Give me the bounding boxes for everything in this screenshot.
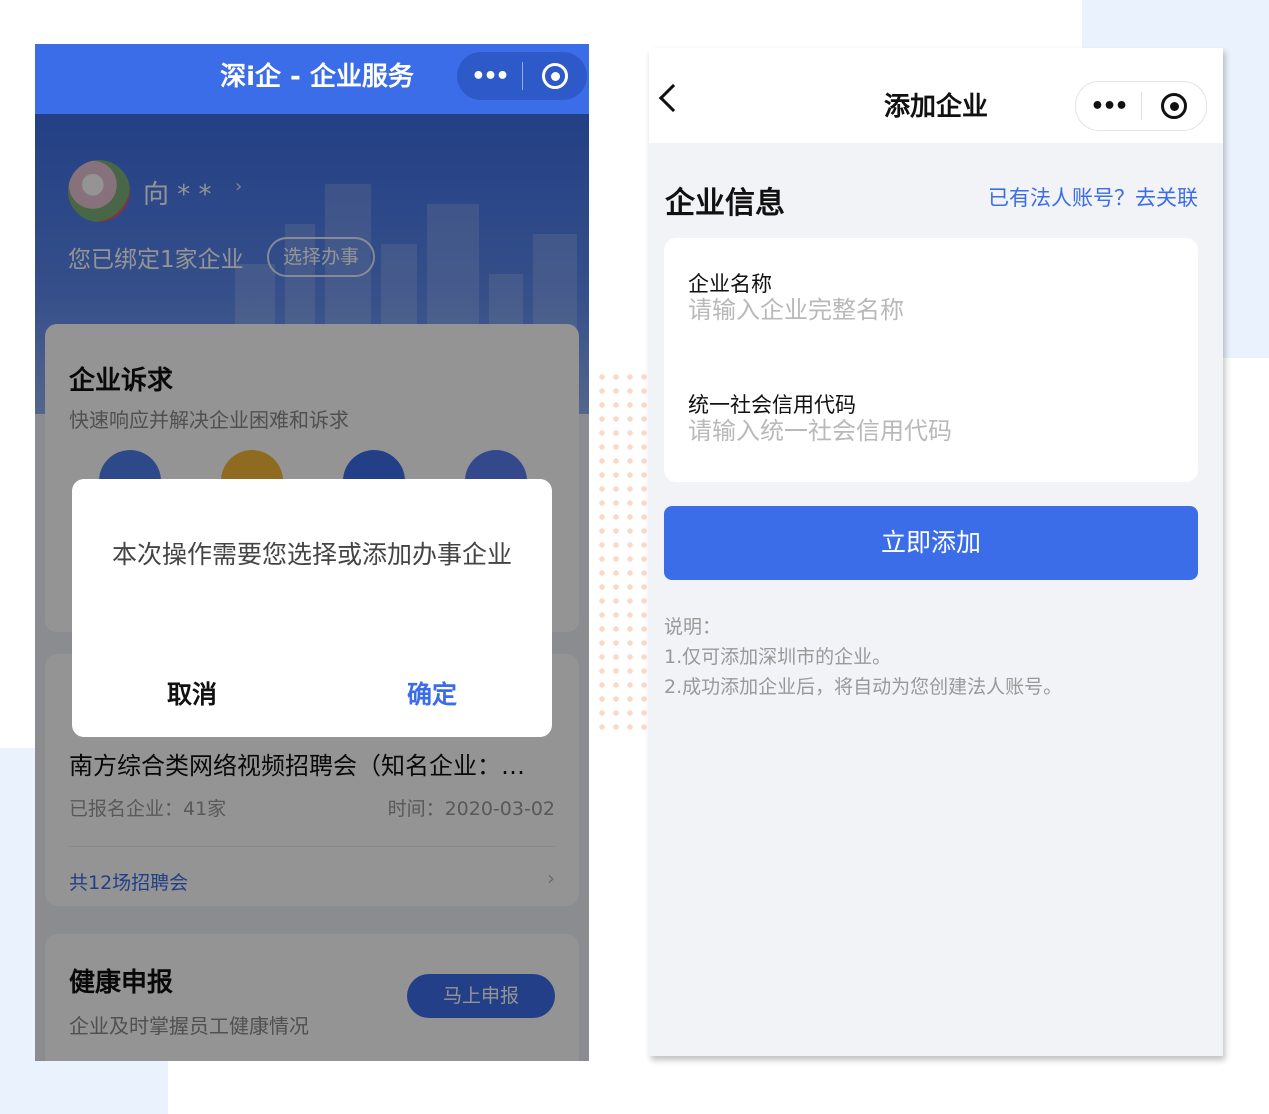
company-name-label: 企业名称 bbox=[688, 272, 772, 296]
credit-code-label: 统一社会信用代码 bbox=[688, 393, 856, 417]
decor-dot-pattern bbox=[595, 370, 653, 732]
note-title: 说明： bbox=[664, 616, 722, 638]
company-form: 企业名称 统一社会信用代码 bbox=[664, 238, 1198, 482]
more-icon[interactable]: ••• bbox=[457, 64, 522, 89]
link-legal-account[interactable]: 已有法人账号？去关联 bbox=[988, 182, 1198, 212]
left-phone-screen: 向 * * › 您已绑定1家企业 选择办事 企业诉求 快速响应并解决企业困难和诉… bbox=[35, 44, 589, 1061]
close-target-button[interactable] bbox=[523, 63, 587, 89]
confirm-button[interactable]: 确定 bbox=[312, 675, 552, 711]
note-line-1: 1.仅可添加深圳市的企业。 bbox=[664, 646, 892, 668]
left-nav-bar: 深i企 - 企业服务 ••• bbox=[35, 44, 589, 114]
note-line-2: 2.成功添加企业后，将自动为您创建法人账号。 bbox=[664, 676, 1063, 698]
add-now-button[interactable]: 立即添加 bbox=[664, 506, 1198, 580]
right-nav-bar: 添加企业 ••• bbox=[649, 48, 1223, 143]
more-icon[interactable]: ••• bbox=[1076, 94, 1141, 119]
confirm-dialog: 本次操作需要您选择或添加办事企业 取消 确定 bbox=[72, 479, 552, 737]
cancel-button[interactable]: 取消 bbox=[72, 675, 312, 711]
mini-program-capsule: ••• bbox=[457, 52, 587, 100]
credit-code-input[interactable] bbox=[688, 417, 1168, 445]
section-title: 企业信息 bbox=[665, 186, 785, 221]
company-name-input[interactable] bbox=[688, 296, 1168, 324]
target-icon bbox=[1161, 93, 1187, 119]
right-phone-screen: 添加企业 ••• 企业信息 已有法人账号？去关联 企业名称 统一社会信用代码 立… bbox=[649, 48, 1223, 1056]
close-target-button[interactable] bbox=[1142, 93, 1206, 119]
dialog-message: 本次操作需要您选择或添加办事企业 bbox=[112, 540, 513, 569]
page-title: 深i企 - 企业服务 bbox=[220, 62, 414, 92]
target-icon bbox=[542, 63, 568, 89]
mini-program-capsule: ••• bbox=[1075, 81, 1207, 131]
